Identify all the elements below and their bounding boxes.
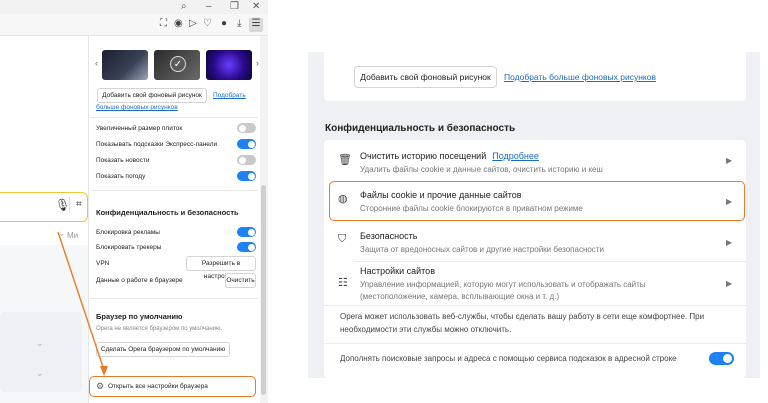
easy-setup-icon[interactable]: ☰	[249, 18, 263, 32]
divider	[90, 298, 258, 299]
site-settings-title[interactable]: Настройки сайтов	[360, 266, 435, 277]
make-default-button[interactable]: Сделать Opera браузером по умолчанию	[96, 342, 230, 357]
weather-toggle[interactable]	[237, 171, 256, 181]
divider	[69, 197, 70, 213]
camera-icon[interactable]: ◉	[174, 18, 183, 30]
trash-icon: 🗑	[338, 154, 352, 166]
privacy-section-heading: Конфиденциальность и безопасность	[325, 123, 516, 134]
divider	[90, 190, 258, 191]
chevron-left-icon[interactable]: ‹	[95, 58, 98, 68]
chevron-right-icon[interactable]: ▶	[726, 197, 732, 206]
profile-icon[interactable]: ●	[221, 18, 227, 30]
default-browser-title: Браузер по умолчанию	[96, 312, 183, 321]
chevron-down-icon[interactable]: ⌄	[36, 338, 44, 349]
trackers-toggle[interactable]	[237, 242, 256, 252]
privacy-section-title: Конфиденциальность и безопасность	[96, 208, 239, 217]
shield-icon: ⛉	[338, 233, 347, 245]
close-icon[interactable]: ✕	[252, 1, 260, 13]
heart-icon[interactable]: ♡	[203, 18, 212, 30]
snapshot-icon[interactable]: ⛶	[160, 18, 167, 30]
search-icon[interactable]: ⌕	[181, 1, 187, 13]
cookie-settings-title: Файлы cookie и прочие данные сайтов	[360, 190, 522, 200]
more-backgrounds-link[interactable]: Подобрать больше фоновых рисунков	[504, 72, 656, 83]
add-wallpaper-button[interactable]: Добавить свой фоновый рисунок	[97, 88, 207, 103]
large-tiles-label: Увеличенный размер плиток	[96, 125, 183, 132]
chevron-down-icon[interactable]: ⌄	[36, 368, 44, 379]
weather-label: Ми	[67, 231, 79, 240]
trackers-label: Блокировать трекеры	[96, 244, 162, 251]
screenshot-root: ⌕ – ❐ ✕ ⛶ ◉ ▷ ♡ ● ⤓ ☰ ⌄ ⌄ ⌄ Ми 🎙 ⌗ ‹ ✓ ›…	[0, 0, 768, 403]
clear-data-button[interactable]: Очистить	[225, 273, 256, 288]
search-suggestions-label: Дополнять поисковые запросы и адреса с п…	[340, 354, 677, 363]
wallpaper-thumbnail[interactable]	[206, 50, 252, 80]
sliders-icon: ☷	[338, 277, 348, 289]
ad-block-toggle[interactable]	[237, 227, 256, 237]
settings-page: Добавить свой фоновый рисунок Подобрать …	[308, 52, 760, 378]
restore-icon[interactable]: ❐	[230, 1, 239, 13]
add-background-button[interactable]: Добавить свой фоновый рисунок	[354, 66, 497, 88]
cookie-icon: ◍	[338, 193, 348, 205]
camera-search-icon[interactable]: ⌗	[76, 199, 82, 210]
browsing-data-label: Данные о работе в браузере	[96, 277, 183, 284]
clear-history-subtitle: Удалить файлы cookie и данные сайтов, оч…	[360, 165, 603, 174]
more-wallpapers-link-cont[interactable]: больше фоновых рисунков	[96, 103, 178, 112]
clear-history-title[interactable]: Очистить историю посещений Подробнее	[360, 151, 539, 162]
check-icon: ✓	[170, 56, 186, 72]
site-settings-subtitle-cont: (местоположение, камера, всплывающие окн…	[360, 292, 560, 301]
chevron-down-icon[interactable]: ⌄	[58, 228, 66, 239]
web-services-text: Opera может использовать веб-службы, что…	[340, 312, 705, 321]
ad-block-label: Блокировка рекламы	[96, 229, 160, 236]
security-subtitle: Защита от вредоносных сайтов и другие на…	[360, 245, 604, 254]
news-label: Показать новости	[96, 157, 150, 164]
chevron-right-icon[interactable]: ›	[256, 58, 259, 68]
cookie-settings-subtitle: Сторонние файлы cookie блокируются в при…	[360, 204, 583, 213]
divider	[324, 305, 746, 306]
cookie-settings-row[interactable]	[329, 181, 745, 221]
security-title[interactable]: Безопасность	[360, 231, 417, 242]
browser-toolbar: ⛶ ◉ ▷ ♡ ● ⤓ ☰	[0, 14, 268, 36]
divider	[90, 117, 258, 118]
scrollbar-thumb[interactable]	[261, 185, 266, 395]
title-bar: ⌕ – ❐ ✕	[0, 0, 268, 14]
divider	[324, 343, 746, 344]
search-suggestions-toggle[interactable]	[709, 352, 734, 365]
news-toggle[interactable]	[237, 155, 256, 165]
search-input[interactable]	[0, 192, 88, 222]
open-all-settings-button[interactable]: ⚙ Открыть все настройки браузера	[89, 376, 256, 397]
wallpaper-thumbnail[interactable]	[102, 50, 148, 80]
chevron-right-icon[interactable]: ▶	[726, 156, 732, 165]
open-all-settings-label: Открыть все настройки браузера	[108, 383, 208, 390]
minimize-icon[interactable]: –	[206, 1, 212, 13]
more-wallpapers-link[interactable]: Подобрать	[213, 91, 246, 100]
microphone-icon[interactable]: 🎙	[55, 198, 70, 212]
play-icon[interactable]: ▷	[189, 18, 197, 30]
web-services-text-cont: необходимости эти службы можно отключить…	[340, 325, 512, 334]
gear-icon: ⚙	[96, 381, 105, 391]
site-settings-subtitle: Управление информацией, которую могут ис…	[360, 280, 646, 289]
divider	[354, 261, 746, 262]
learn-more-link[interactable]: Подробнее	[492, 151, 539, 161]
chevron-right-icon[interactable]: ▶	[726, 279, 732, 288]
browser-window: ⌕ – ❐ ✕ ⛶ ◉ ▷ ♡ ● ⤓ ☰ ⌄ ⌄ ⌄ Ми 🎙 ⌗ ‹ ✓ ›…	[0, 0, 268, 403]
default-browser-status: Opera не является браузером по умолчанию…	[96, 326, 223, 332]
vpn-label: VPN	[96, 260, 110, 267]
download-icon[interactable]: ⤓	[237, 18, 241, 30]
background-card: Добавить свой фоновый рисунок Подобрать …	[324, 52, 746, 101]
speed-dial-card[interactable]	[0, 312, 82, 392]
wallpaper-gallery: ✓	[102, 50, 252, 80]
weather-toggle-label: Показать погоду	[96, 173, 146, 180]
speed-dial-hints-toggle[interactable]	[237, 139, 256, 149]
large-tiles-toggle[interactable]	[237, 123, 256, 133]
speed-dial-hints-label: Показывать подсказки Экспресс-панели	[96, 141, 218, 148]
chevron-right-icon[interactable]: ▶	[726, 238, 732, 247]
vpn-enable-button[interactable]: Разрешить в настройках	[186, 256, 256, 280]
